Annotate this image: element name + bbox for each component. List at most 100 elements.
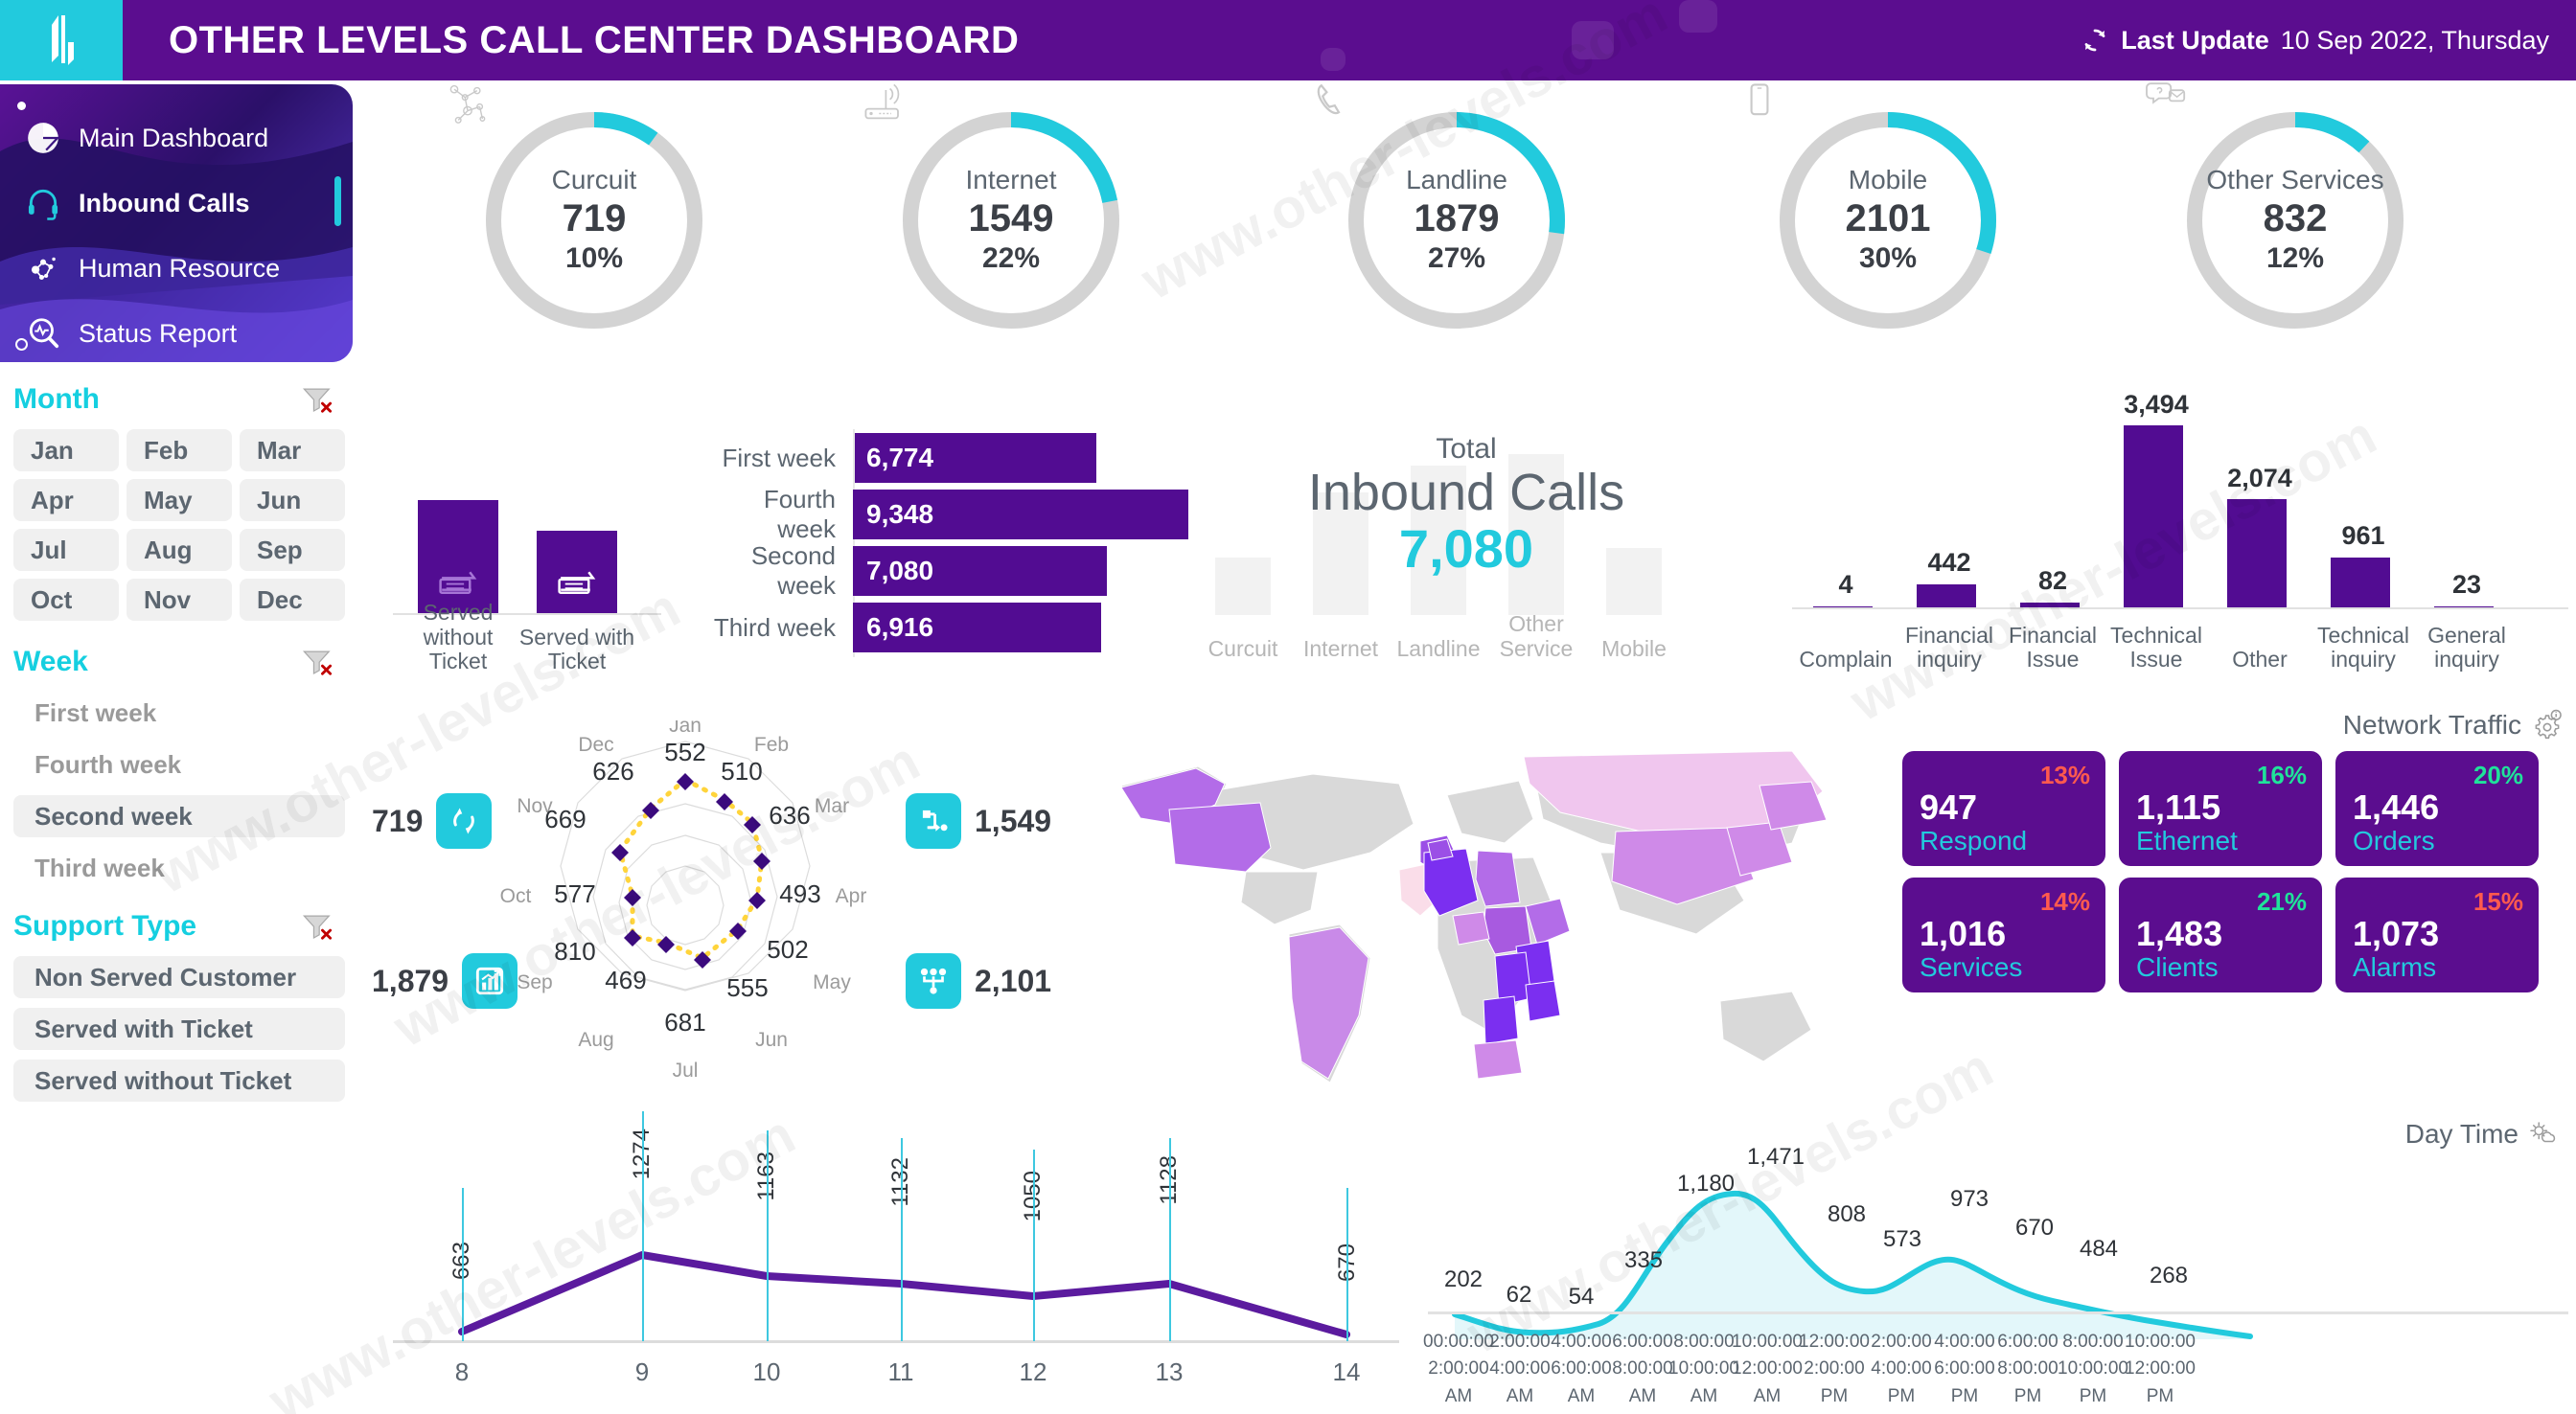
month-chip-may[interactable]: May [126, 479, 232, 521]
gauge-mobile[interactable]: Mobile 2101 30% [1750, 83, 2003, 335]
month-chip-nov[interactable]: Nov [126, 579, 232, 621]
radar-axis-label: Aug [578, 1029, 613, 1051]
month-chip-aug[interactable]: Aug [126, 529, 232, 571]
pie-chart-icon [28, 123, 60, 153]
gauge-percent: 22% [981, 241, 1041, 274]
sidebar-item-status-report[interactable]: Status Report [25, 301, 353, 362]
sidebar-item-human-resource[interactable]: Human Resource [25, 236, 353, 301]
week-bar-third[interactable]: 6,916 [853, 603, 1101, 652]
month-chip-feb[interactable]: Feb [126, 429, 232, 471]
week-option-first[interactable]: First week [13, 692, 345, 734]
gauge-curcuit[interactable]: Curcuit 719 10% [449, 84, 709, 335]
nt-card-respond[interactable]: 13% 947 Respond [1902, 751, 2105, 866]
gauge-landline[interactable]: Landline 1879 27% [1317, 83, 1572, 335]
month-chip-oct[interactable]: Oct [13, 579, 119, 621]
support-type-non-served[interactable]: Non Served Customer [13, 956, 345, 998]
week-option-fourth[interactable]: Fourth week [13, 743, 345, 786]
gauge-other-services[interactable]: Other Services 832 12% [2146, 82, 2410, 335]
sidebar-item-inbound-calls[interactable]: Inbound Calls [25, 171, 353, 236]
x-tick-label: 10:00:00 12:00:00 PM [2125, 1331, 2196, 1406]
nt-card-clients[interactable]: 21% 1,483 Clients [2119, 878, 2322, 992]
brand-logo-icon [52, 15, 74, 65]
magnifier-pulse-icon [29, 318, 59, 349]
point-value: 573 [1882, 1226, 1922, 1252]
clear-filter-icon[interactable] [301, 912, 334, 941]
org-tree-icon [906, 953, 961, 1009]
gauge-percent: 10% [564, 241, 624, 274]
support-type-filter-title: Support Type [13, 910, 197, 942]
month-chip-jun[interactable]: Jun [240, 479, 345, 521]
complaint-col-complain[interactable]: 4 Complain [1792, 366, 1899, 673]
nt-card-alarms[interactable]: 15% 1,073 Alarms [2335, 878, 2539, 992]
day-time-chart[interactable]: Day Time 202 62 54 335 1,180 1,471 808 5… [1423, 1102, 2568, 1414]
x-tick-label: 9 [634, 1357, 650, 1386]
filter-panel: Month Jan Feb Mar Apr May Jun Jul Aug Se… [0, 383, 356, 1111]
flow-path-icon [906, 793, 961, 849]
complaint-col-general-inquiry[interactable]: 23 General inquiry [2413, 366, 2520, 673]
daily-calls-chart[interactable]: 663 1274 1163 1132 1050 1128 670 8 9 10 … [383, 1102, 1409, 1414]
chart-axis-line [1428, 1311, 2568, 1314]
complaint-col-other[interactable]: 2,074 Other [2206, 366, 2313, 673]
gear-info-icon[interactable] [2531, 709, 2564, 741]
week-bar-fourth[interactable]: 9,348 [853, 490, 1188, 539]
sidebar-item-main-dashboard[interactable]: Main Dashboard [25, 105, 353, 171]
brand-logo[interactable] [0, 0, 123, 80]
axis-tick [1033, 1150, 1035, 1341]
router-icon [864, 83, 900, 120]
radar-axis-label: May [813, 971, 851, 993]
gauge-value: 1879 [1414, 196, 1500, 239]
radar-value: 626 [592, 757, 633, 786]
clear-filter-icon[interactable] [301, 385, 334, 414]
nt-label: Ethernet [2136, 826, 2238, 855]
radar-axis-label: Apr [836, 885, 867, 907]
radar-value: 469 [605, 966, 646, 994]
month-chip-mar[interactable]: Mar [240, 429, 345, 471]
complaint-col-technical-issue[interactable]: 3,494 Technical Issue [2103, 366, 2210, 673]
week-row-label: Third week [713, 612, 836, 642]
month-chip-jan[interactable]: Jan [13, 429, 119, 471]
week-bar-second[interactable]: 7,080 [853, 546, 1107, 596]
nt-label: Alarms [2353, 952, 2437, 982]
bar-served-with-ticket[interactable] [537, 531, 617, 613]
telephone-icon [1317, 83, 1341, 115]
nt-card-orders[interactable]: 20% 1,446 Orders [2335, 751, 2539, 866]
refresh-icon[interactable] [2081, 26, 2109, 55]
last-update-group: Last Update 10 Sep 2022, Thursday [2081, 0, 2549, 80]
complaint-col-technical-inquiry[interactable]: 961 Technical inquiry [2310, 366, 2417, 673]
support-type-served-with-ticket[interactable]: Served with Ticket [13, 1008, 345, 1050]
radar-value: 669 [544, 805, 586, 833]
radar-axis-label: Dec [578, 734, 613, 756]
gauge-internet[interactable]: Internet 1549 22% [864, 83, 1126, 335]
world-map[interactable] [1083, 728, 1869, 1111]
point-value: 484 [2079, 1236, 2119, 1262]
support-type-served-without-ticket[interactable]: Served without Ticket [13, 1060, 345, 1102]
week-option-list: First week Fourth week Second week Third… [0, 692, 356, 889]
ghost-label-mobile: Mobile [1601, 635, 1667, 661]
month-chip-apr[interactable]: Apr [13, 479, 119, 521]
nt-value: 1,016 [1920, 914, 2007, 953]
week-bar-first[interactable]: 6,774 [853, 433, 1096, 483]
nt-card-ethernet[interactable]: 16% 1,115 Ethernet [2119, 751, 2322, 866]
month-chip-dec[interactable]: Dec [240, 579, 345, 621]
month-chip-sep[interactable]: Sep [240, 529, 345, 571]
page-title: OTHER LEVELS CALL CENTER DASHBOARD [169, 18, 1020, 61]
bar-served-without-ticket[interactable] [418, 500, 498, 613]
week-option-third[interactable]: Third week [13, 847, 345, 889]
point-value: 808 [1827, 1201, 1867, 1227]
clear-filter-icon[interactable] [301, 648, 334, 676]
nt-percent: 20% [2472, 761, 2523, 789]
nt-value: 1,483 [2136, 914, 2223, 953]
radar-axis-label: Sep [517, 971, 552, 993]
sidebar-item-label: Status Report [79, 318, 238, 348]
nt-card-services[interactable]: 14% 1,016 Services [1902, 878, 2105, 992]
bar-label: Technical inquiry [2317, 622, 2409, 673]
kpi-internet: 1,549 [906, 793, 1051, 849]
gauge-value: 832 [2263, 196, 2328, 239]
radar-axis-label: Mar [815, 795, 849, 817]
week-option-second[interactable]: Second week [13, 795, 345, 837]
complaint-col-financial-issue[interactable]: 82 Financial Issue [1999, 366, 2106, 673]
bar-label-served-without-ticket: Served without Ticket [423, 599, 494, 674]
complaint-col-financial-inquiry[interactable]: 442 Financial inquiry [1896, 366, 2003, 673]
month-chip-jul[interactable]: Jul [13, 529, 119, 571]
axis-tick [901, 1138, 903, 1341]
